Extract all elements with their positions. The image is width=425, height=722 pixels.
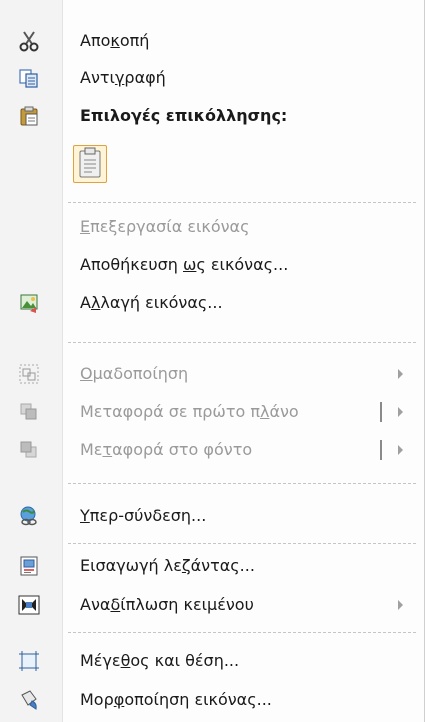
format-picture-icon (18, 689, 40, 711)
bring-to-front-icon (18, 401, 40, 423)
menu-item-bring-to-front[interactable]: Μεταφορά σε πρώτο πλάνο (0, 394, 420, 430)
submenu-arrow-icon[interactable] (398, 445, 403, 455)
menu-item-label: Επιλογές επικόλλησης: (80, 106, 288, 125)
submenu-arrow-icon (398, 600, 403, 610)
menu-item-format-picture[interactable]: Μορφοποίηση εικόνας... (0, 682, 420, 718)
menu-item-save-as-picture[interactable]: Αποθήκευση ως εικόνας... (0, 247, 420, 283)
menu-item-label: Αναδίπλωση κειμένου (80, 595, 254, 614)
split-divider (380, 440, 382, 460)
menu-separator (68, 342, 416, 343)
context-menu: Αποκοπή Αντιγραφή Επιλογές επικόλλησης: … (0, 0, 425, 722)
split-divider (380, 402, 382, 422)
menu-separator (68, 543, 416, 544)
hyperlink-icon (18, 505, 40, 527)
group-icon (18, 363, 40, 385)
change-picture-icon (18, 292, 40, 314)
menu-item-label: Αποκοπή (80, 31, 150, 50)
menu-item-label: Επεξεργασία εικόνας (80, 217, 250, 236)
size-position-icon (18, 650, 40, 672)
menu-item-label: Αλλαγή εικόνας... (80, 293, 223, 312)
submenu-arrow-icon (398, 369, 403, 379)
menu-item-label: Μορφοποίηση εικόνας... (80, 690, 272, 709)
menu-item-label: Αντιγραφή (80, 68, 166, 87)
submenu-arrow-icon[interactable] (398, 407, 403, 417)
paste-keep-source-button[interactable] (73, 145, 107, 183)
menu-item-group[interactable]: Ομαδοποίηση (0, 356, 420, 392)
scissors-icon (18, 30, 40, 52)
menu-item-edit-picture[interactable]: Επεξεργασία εικόνας (0, 209, 420, 245)
menu-separator (68, 632, 416, 633)
copy-icon (18, 67, 40, 89)
paste-options-header: Επιλογές επικόλλησης: (0, 98, 420, 134)
wrap-text-icon (18, 594, 40, 616)
menu-item-label: Εισαγωγή λεζάντας... (80, 556, 255, 575)
menu-item-cut[interactable]: Αποκοπή (0, 23, 420, 59)
menu-item-size-position[interactable]: Μέγεθος και θέση... (0, 643, 420, 679)
menu-item-wrap-text[interactable]: Αναδίπλωση κειμένου (0, 587, 420, 623)
menu-separator (68, 202, 416, 203)
paste-icon (18, 105, 40, 127)
menu-item-hyperlink[interactable]: Υπερ-σύνδεση... (0, 498, 420, 534)
menu-item-copy[interactable]: Αντιγραφή (0, 60, 420, 96)
menu-item-label: Μεταφορά σε πρώτο πλάνο (80, 402, 299, 421)
menu-item-label: Αποθήκευση ως εικόνας... (80, 255, 289, 274)
menu-item-insert-caption[interactable]: Εισαγωγή λεζάντας... (0, 548, 420, 584)
menu-item-label: Μέγεθος και θέση... (80, 651, 240, 670)
menu-item-label: Μεταφορά στο φόντο (80, 440, 253, 459)
menu-separator (68, 483, 416, 484)
keep-source-formatting-icon (74, 147, 106, 186)
menu-item-send-to-back[interactable]: Μεταφορά στο φόντο (0, 432, 420, 468)
menu-item-change-picture[interactable]: Αλλαγή εικόνας... (0, 285, 420, 321)
menu-item-label: Υπερ-σύνδεση... (80, 506, 207, 525)
send-to-back-icon (18, 439, 40, 461)
insert-caption-icon (18, 555, 40, 577)
menu-item-label: Ομαδοποίηση (80, 364, 189, 383)
